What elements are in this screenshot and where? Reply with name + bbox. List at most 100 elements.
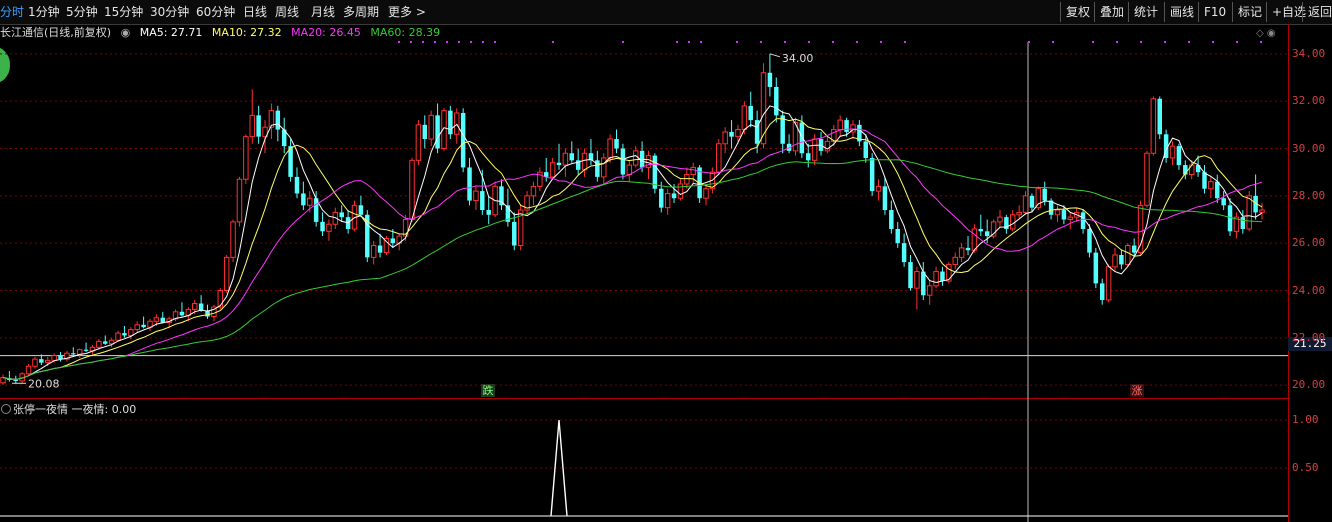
- candle-body-down: [978, 228, 984, 232]
- signal-dot: [1140, 41, 1142, 43]
- candle-body-down: [122, 333, 127, 336]
- candle-body-up: [1125, 245, 1131, 265]
- candlestick-chart[interactable]: 34.00 20.08: [0, 0, 1332, 522]
- ma20-line: [2, 128, 1263, 381]
- candle-body-up: [223, 256, 230, 292]
- candle-body-up: [933, 271, 939, 287]
- candle-body-up: [115, 332, 121, 341]
- candle-body-up: [677, 183, 684, 199]
- candle-body-up: [473, 190, 479, 202]
- price-tick-label: 20.00: [1292, 378, 1326, 392]
- candle-body-down: [1119, 255, 1124, 265]
- signal-dot: [784, 41, 786, 43]
- candle-body-up: [1035, 188, 1042, 209]
- indicator-tick-label: 1.00: [1292, 413, 1319, 426]
- candle-body-up: [230, 221, 236, 258]
- candle-body-up: [243, 136, 249, 180]
- candle-body-down: [882, 186, 888, 211]
- candle-body-up: [1105, 266, 1112, 301]
- candle-body-down: [614, 139, 619, 149]
- indicator-spike: [550, 419, 568, 517]
- candle-body-up: [128, 329, 134, 336]
- candle-body-down: [103, 341, 108, 344]
- signal-dot: [856, 41, 858, 43]
- candle-body-down: [71, 353, 76, 355]
- signal-dot: [1164, 41, 1166, 43]
- candle-body-up: [1016, 211, 1022, 216]
- candle-body-up: [1246, 195, 1252, 230]
- candle-body-down: [480, 191, 485, 211]
- candle-body-up: [44, 359, 51, 364]
- candle-body-down: [390, 238, 396, 244]
- candle-body-up: [684, 174, 690, 185]
- candle-body-up: [1067, 216, 1074, 220]
- signal-dot: [736, 41, 738, 43]
- candle-body-down: [320, 221, 325, 232]
- candle-body-up: [1112, 254, 1118, 268]
- signal-dot: [552, 41, 554, 43]
- signal-dot: [808, 41, 810, 43]
- candle-body-down: [377, 245, 383, 253]
- candle-body-up: [153, 317, 160, 322]
- candle-body-up: [96, 340, 102, 348]
- signal-dot: [470, 41, 472, 43]
- candle-body-up: [326, 223, 332, 232]
- candle-body-down: [141, 324, 146, 328]
- signal-dot: [482, 41, 484, 43]
- candle-body-up: [958, 247, 965, 258]
- candle-body-down: [748, 105, 753, 121]
- candle-body-down: [294, 176, 300, 194]
- candle-body-up: [760, 72, 767, 145]
- candle-body-up: [946, 263, 952, 282]
- candle-body-up: [530, 185, 537, 197]
- candle-body-up: [703, 188, 709, 199]
- candle-body-down: [901, 243, 907, 263]
- candle-body-up: [1022, 195, 1029, 213]
- candle-body-down: [1240, 217, 1246, 229]
- candle-body-up: [1259, 209, 1265, 213]
- candle-body-up: [134, 324, 140, 331]
- candle-body-down: [895, 228, 900, 244]
- candle-body-down: [729, 131, 734, 137]
- price-tick-label: 32.00: [1292, 94, 1326, 108]
- candle-body-up: [690, 166, 696, 176]
- candle-body-down: [339, 212, 344, 218]
- candle-body-up: [837, 119, 843, 131]
- candle-body-down: [774, 86, 779, 116]
- signal-dot: [446, 41, 448, 43]
- candle-body-down: [256, 115, 261, 137]
- price-tick-label: 24.00: [1292, 283, 1326, 297]
- high-price-label: 34.00: [782, 52, 814, 65]
- candle-body-up: [1208, 181, 1214, 190]
- candle-body-down: [1221, 198, 1226, 206]
- signal-dot: [1188, 41, 1190, 43]
- candle-body-down: [652, 155, 658, 189]
- candle-body-up: [191, 303, 198, 310]
- candle-body-up: [971, 228, 978, 251]
- candle-body-up: [415, 124, 422, 161]
- candle-body-down: [921, 271, 926, 296]
- candle-body-down: [869, 157, 875, 192]
- candle-body-up: [1054, 209, 1061, 216]
- candle-body-down: [13, 379, 19, 381]
- candle-body-up: [997, 216, 1003, 223]
- indicator-tick-label: 0.50: [1292, 461, 1319, 474]
- signal-dot: [434, 41, 436, 43]
- price-tick-label: 22.00: [1292, 330, 1326, 344]
- signal-dot: [700, 41, 702, 43]
- candle-body-down: [806, 153, 811, 161]
- candle-body-down: [1176, 146, 1182, 166]
- candle-body-up: [811, 138, 818, 161]
- candle-body-up: [632, 150, 639, 166]
- candle-body-down: [467, 167, 472, 201]
- candle-body-down: [984, 231, 990, 237]
- signal-dot: [458, 41, 460, 43]
- candle-body-down: [1157, 98, 1162, 135]
- candle-body-down: [1099, 283, 1105, 300]
- candle-body-up: [249, 114, 255, 138]
- signal-dot: [1052, 41, 1054, 43]
- price-tick-label: 26.00: [1292, 236, 1326, 250]
- candle-body-down: [198, 303, 204, 311]
- candle-body-down: [940, 271, 945, 282]
- signal-dot: [398, 41, 400, 43]
